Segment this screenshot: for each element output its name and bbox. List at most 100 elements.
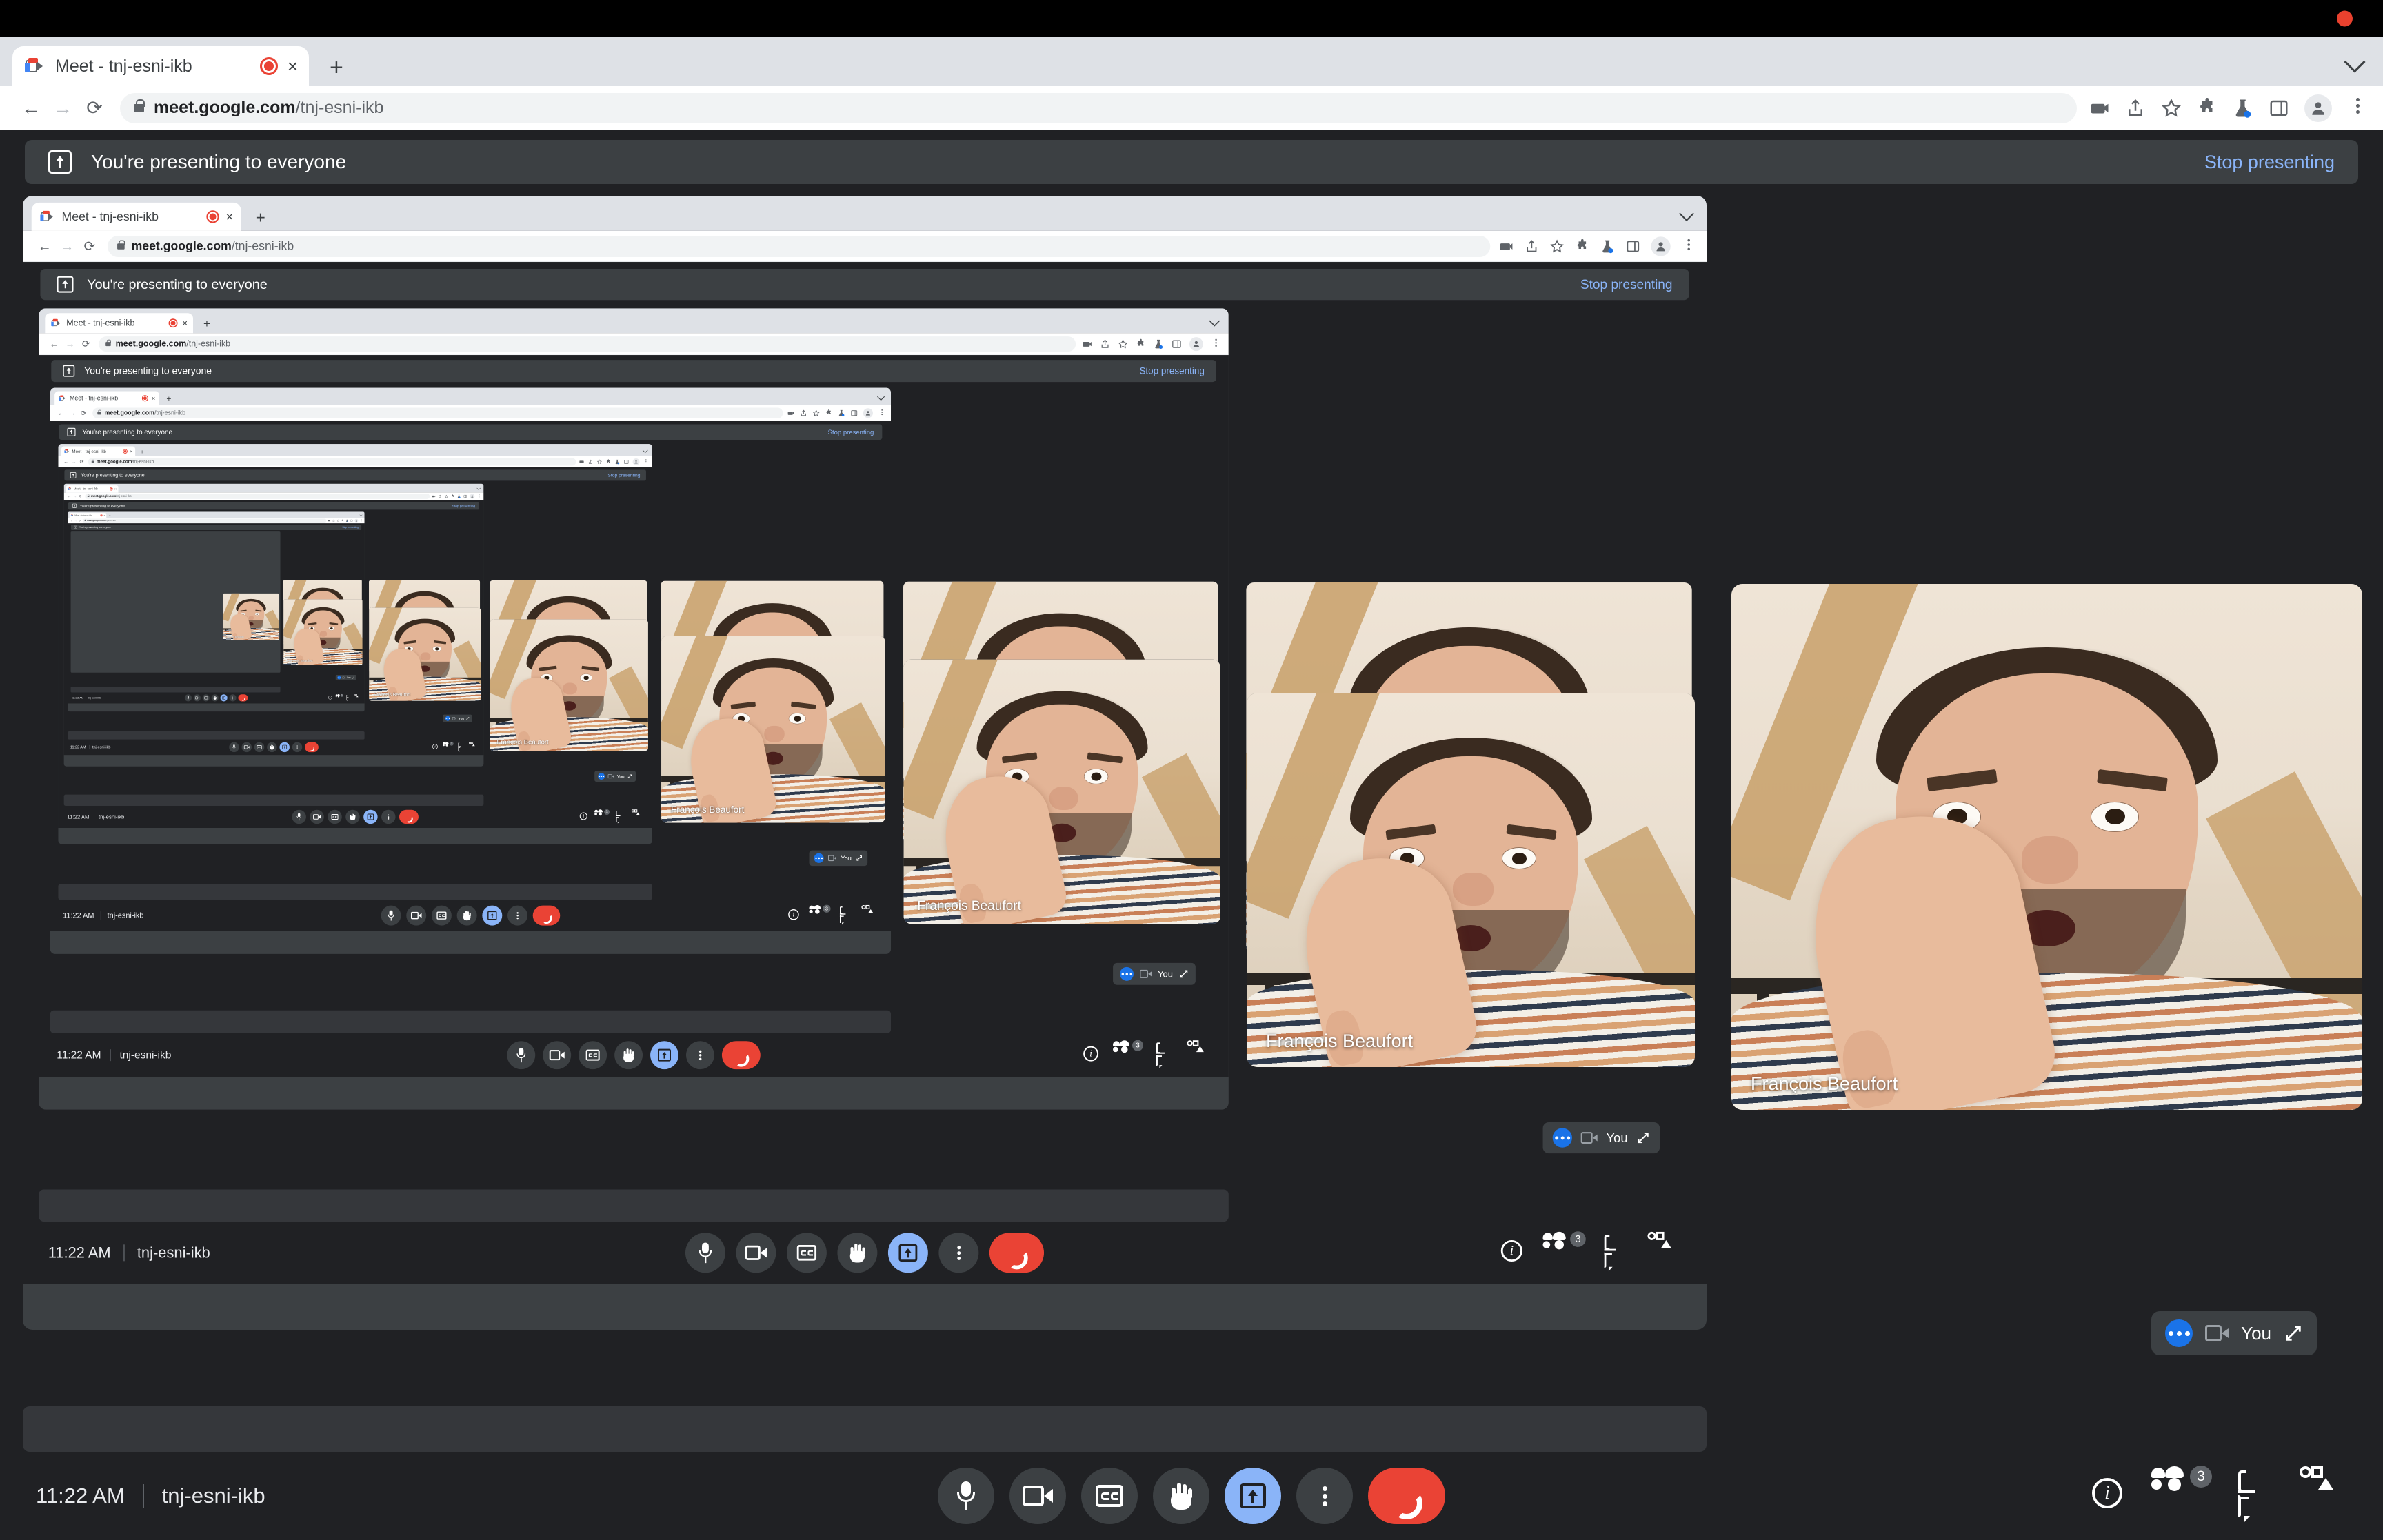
chat-button[interactable]	[616, 810, 625, 822]
profile-avatar-icon[interactable]	[1189, 336, 1203, 351]
present-now-button[interactable]	[220, 694, 228, 702]
media-cast-icon[interactable]	[2089, 98, 2110, 119]
back-button[interactable]: ←	[34, 235, 57, 258]
new-tab-button[interactable]: +	[166, 394, 171, 403]
chrome-menu-icon[interactable]	[643, 459, 648, 464]
forward-button[interactable]: →	[70, 458, 77, 465]
extensions-puzzle-icon[interactable]	[341, 519, 344, 522]
new-tab-button[interactable]: +	[330, 56, 343, 79]
captions-button[interactable]	[786, 1233, 827, 1273]
bookmark-star-icon[interactable]	[812, 409, 820, 417]
profile-avatar-icon[interactable]	[354, 518, 359, 523]
activities-button[interactable]	[354, 694, 360, 700]
reload-button[interactable]: ⟳	[78, 494, 83, 499]
chevron-down-icon[interactable]	[1679, 206, 1695, 222]
chat-button[interactable]	[1604, 1235, 1630, 1268]
stop-presenting-button[interactable]: Stop presenting	[607, 473, 640, 478]
raise-hand-button[interactable]	[345, 809, 360, 824]
microphone-button[interactable]	[184, 694, 192, 702]
leave-call-button[interactable]	[1368, 1468, 1445, 1524]
reload-button[interactable]: ⟳	[79, 92, 110, 124]
people-button[interactable]: 3	[335, 693, 343, 700]
address-bar[interactable]: meet.google.com/tnj-esni-ikb	[107, 235, 1491, 257]
close-icon[interactable]: ×	[114, 487, 117, 491]
camera-button[interactable]	[193, 694, 201, 702]
people-button[interactable]: 3	[594, 809, 610, 822]
self-view-pill[interactable]: You	[594, 771, 636, 782]
side-panel-icon[interactable]	[850, 409, 858, 417]
forward-button[interactable]: →	[72, 494, 78, 499]
chat-button[interactable]	[2238, 1470, 2274, 1517]
bookmark-star-icon[interactable]	[1118, 338, 1128, 349]
browser-tab[interactable]: Meet - tnj-esni-ikb ×	[31, 202, 241, 231]
activities-button[interactable]	[469, 742, 477, 750]
extensions-puzzle-icon[interactable]	[606, 459, 611, 464]
stop-presenting-button[interactable]: Stop presenting	[342, 526, 359, 529]
side-panel-icon[interactable]	[1172, 338, 1182, 349]
present-now-button[interactable]	[363, 809, 378, 824]
leave-call-button[interactable]	[989, 1233, 1045, 1273]
new-tab-button[interactable]: +	[122, 487, 124, 492]
media-cast-icon[interactable]	[579, 459, 584, 464]
captions-button[interactable]	[1081, 1468, 1138, 1524]
self-view-pill[interactable]: You	[1542, 1122, 1660, 1154]
present-now-button[interactable]	[887, 1233, 928, 1273]
more-options-button[interactable]	[292, 742, 303, 753]
microphone-button[interactable]	[685, 1233, 725, 1273]
self-view-pill[interactable]: You	[1113, 962, 1196, 985]
participant-tile[interactable]: François Beaufort	[369, 607, 481, 701]
participant-tile[interactable]: François Beaufort	[223, 593, 279, 640]
chevron-down-icon[interactable]	[359, 513, 363, 516]
close-icon[interactable]: ×	[152, 395, 155, 401]
people-button[interactable]: 3	[809, 904, 831, 922]
self-view-pill[interactable]: You	[335, 675, 356, 681]
chrome-menu-icon[interactable]	[477, 494, 481, 498]
participant-tile[interactable]: François Beaufort	[1247, 693, 1695, 1067]
expand-icon[interactable]	[352, 676, 354, 679]
people-button[interactable]: 3	[1113, 1040, 1144, 1064]
stop-presenting-button[interactable]: Stop presenting	[1580, 277, 1673, 292]
people-button[interactable]: 3	[2151, 1466, 2212, 1514]
bookmark-star-icon[interactable]	[444, 494, 448, 498]
address-bar[interactable]: meet.google.com/tnj-esni-ikb	[83, 518, 327, 523]
meeting-details-button[interactable]: i	[788, 909, 801, 922]
back-button[interactable]: ←	[62, 458, 70, 465]
back-button[interactable]: ←	[15, 92, 47, 124]
browser-tab[interactable]: Meet - tnj-esni-ikb ×	[66, 485, 119, 493]
profile-avatar-icon[interactable]	[2304, 94, 2332, 122]
activities-button[interactable]	[1187, 1040, 1211, 1064]
lab-flask-icon[interactable]	[345, 519, 348, 522]
camera-button[interactable]	[310, 809, 324, 824]
reload-button[interactable]: ⟳	[79, 235, 101, 258]
expand-icon[interactable]	[466, 717, 470, 720]
media-cast-icon[interactable]	[787, 409, 795, 417]
camera-button[interactable]	[1009, 1468, 1066, 1524]
raise-hand-button[interactable]	[837, 1233, 878, 1273]
meeting-details-button[interactable]: i	[432, 744, 439, 750]
self-view-pill[interactable]: You	[2151, 1311, 2317, 1355]
extensions-puzzle-icon[interactable]	[1136, 338, 1146, 349]
share-icon[interactable]	[1100, 338, 1110, 349]
address-bar[interactable]: meet.google.com/tnj-esni-ikb	[99, 336, 1076, 352]
leave-call-button[interactable]	[238, 694, 248, 701]
activities-button[interactable]	[2300, 1466, 2347, 1514]
close-icon[interactable]: ×	[182, 318, 188, 327]
side-panel-icon[interactable]	[2269, 98, 2289, 119]
chrome-menu-icon[interactable]	[2347, 97, 2368, 119]
extensions-puzzle-icon[interactable]	[825, 409, 833, 417]
profile-avatar-icon[interactable]	[470, 494, 475, 499]
meeting-details-button[interactable]: i	[2092, 1478, 2128, 1514]
captions-button[interactable]	[254, 742, 265, 753]
more-options-button[interactable]	[381, 809, 396, 824]
more-options-button[interactable]	[1296, 1468, 1353, 1524]
camera-button[interactable]	[406, 905, 427, 926]
extensions-puzzle-icon[interactable]	[1575, 239, 1589, 254]
reload-button[interactable]: ⟳	[78, 518, 82, 523]
meeting-details-button[interactable]: i	[1083, 1046, 1101, 1064]
meeting-details-button[interactable]: i	[1500, 1239, 1527, 1266]
expand-icon[interactable]	[1636, 1131, 1650, 1145]
raise-hand-button[interactable]	[1153, 1468, 1209, 1524]
address-bar[interactable]: meet.google.com/tnj-esni-ikb	[92, 407, 783, 418]
leave-call-button[interactable]	[721, 1041, 761, 1069]
captions-button[interactable]	[431, 905, 452, 926]
